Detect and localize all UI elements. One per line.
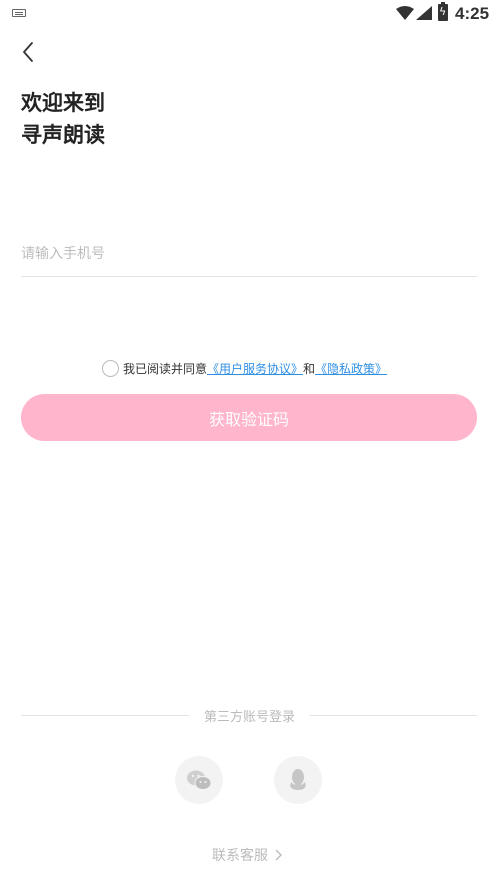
get-code-button[interactable]: 获取验证码: [21, 394, 477, 441]
status-bar: 4:25: [0, 0, 498, 26]
privacy-link[interactable]: 《隐私政策》: [315, 360, 387, 377]
wifi-icon: [396, 6, 414, 20]
divider-right: [310, 715, 477, 716]
welcome-line-2: 寻声朗读: [21, 123, 105, 147]
agreement-prefix: 我已阅读并同意: [123, 361, 208, 376]
contact-support-label: 联系客服: [212, 848, 268, 864]
qq-login-button[interactable]: [274, 756, 322, 804]
welcome-line-1: 欢迎来到: [21, 91, 105, 115]
wechat-icon: [187, 770, 212, 790]
qq-icon: [290, 769, 306, 790]
agreement-row: 我已阅读并同意 《用户服务协议》 和 《隐私政策》: [102, 358, 387, 378]
agreement-checkbox[interactable]: [102, 359, 119, 377]
contact-support-link[interactable]: 联系客服: [212, 845, 282, 865]
phone-input[interactable]: [21, 232, 477, 276]
terms-link[interactable]: 《用户服务协议》: [207, 360, 303, 377]
chevron-right-icon: [275, 849, 282, 861]
phone-field: [21, 232, 477, 277]
page-title: 欢迎来到 寻声朗读: [21, 87, 105, 151]
divider-left: [21, 715, 189, 716]
chevron-left-icon: [23, 42, 33, 62]
third-party-label: 第三方账号登录: [203, 710, 295, 725]
back-button[interactable]: [14, 38, 42, 66]
signal-icon: [416, 6, 432, 20]
agreement-connector: 和: [303, 361, 316, 376]
battery-charging-icon: [438, 2, 448, 21]
wechat-login-button[interactable]: [175, 756, 223, 804]
status-time: 4:25: [455, 4, 490, 23]
keyboard-icon: [12, 9, 26, 17]
